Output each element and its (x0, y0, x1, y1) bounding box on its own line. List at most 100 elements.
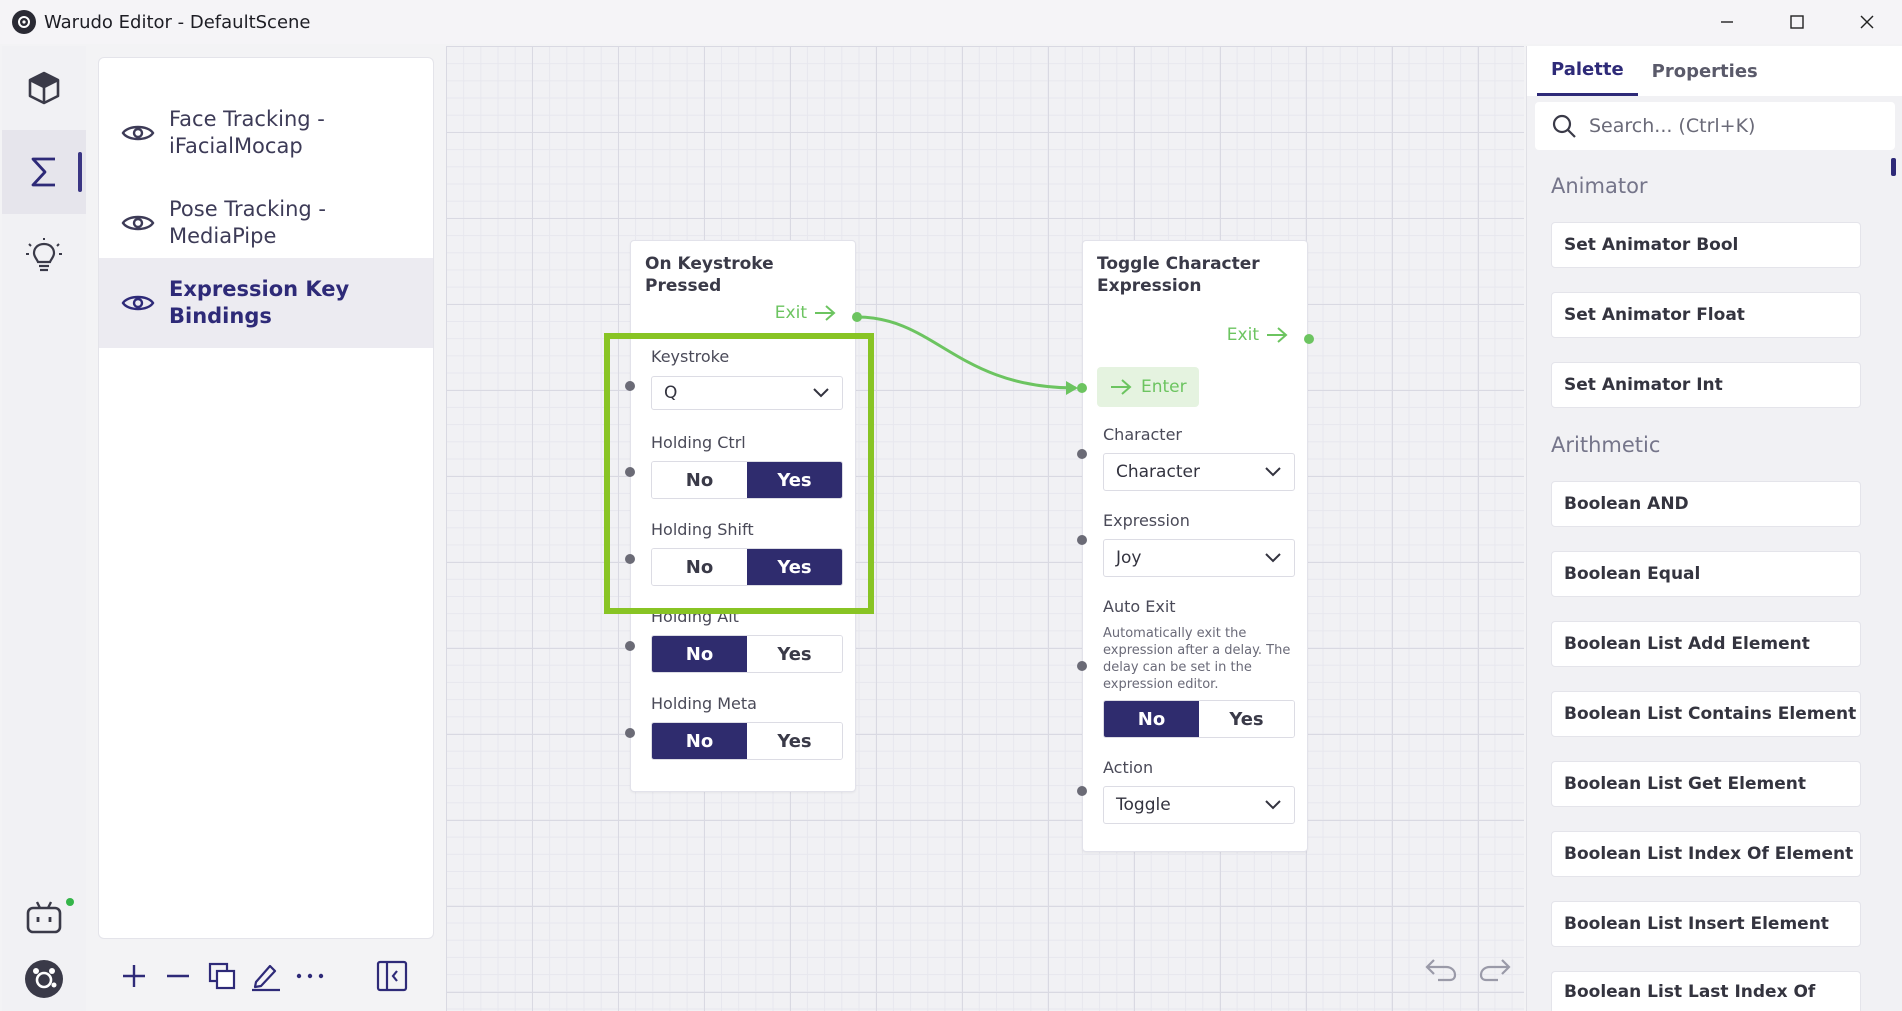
lightbulb-icon (26, 238, 62, 272)
title-bar: Warudo Editor - DefaultScene (0, 0, 1902, 44)
exit-output[interactable]: Exit (1227, 325, 1289, 345)
tab-palette[interactable]: Palette (1537, 46, 1638, 96)
toggle-character-expression-node[interactable]: Toggle Character Expression Exit Enter Ch… (1082, 240, 1308, 852)
blueprint-toolbar (112, 955, 414, 997)
window-title: Warudo Editor - DefaultScene (44, 11, 311, 33)
eye-icon[interactable] (121, 212, 161, 234)
node-title: Toggle Character Expression (1097, 254, 1260, 296)
auto-exit-yes-option[interactable]: Yes (1199, 701, 1294, 737)
plus-icon (123, 965, 145, 987)
collapse-panel-button[interactable] (370, 955, 414, 997)
expression-input-port[interactable] (1077, 535, 1087, 545)
exit-output[interactable]: Exit (775, 303, 837, 323)
robot-icon (26, 901, 62, 934)
minimize-button[interactable] (1692, 0, 1762, 44)
palette-item[interactable]: Boolean List Last Index Of (1551, 971, 1861, 1011)
action-dropdown[interactable]: Toggle (1103, 786, 1295, 824)
pencil-icon (252, 964, 280, 992)
blueprint-list-panel: Face Tracking - iFacialMocap Pose Trackin… (98, 57, 434, 939)
ellipsis-icon (296, 973, 324, 979)
palette-item[interactable]: Boolean List Contains Element (1551, 691, 1861, 737)
search-icon (1552, 114, 1576, 138)
expression-dropdown[interactable]: Joy (1103, 539, 1295, 577)
online-status-dot (66, 898, 74, 906)
sigma-icon (31, 157, 55, 187)
holding-meta-no-option[interactable]: No (652, 723, 747, 759)
window-controls (1692, 0, 1902, 44)
rail-scene-button[interactable] (2, 46, 86, 130)
auto-exit-input-port[interactable] (1077, 661, 1087, 671)
holding-meta-yes-option[interactable]: Yes (747, 723, 842, 759)
character-input-port[interactable] (1077, 449, 1087, 459)
exit-port[interactable] (852, 312, 862, 322)
exit-label: Exit (1226, 325, 1259, 345)
selection-highlight (604, 333, 874, 614)
cube-icon (28, 71, 60, 105)
palette-item[interactable]: Boolean List Insert Element (1551, 901, 1861, 947)
blueprint-canvas[interactable]: On Keystroke Pressed Exit Keystroke Q Ho… (446, 46, 1524, 1011)
right-panel: Palette Properties Search... (Ctrl+K) An… (1526, 46, 1902, 1011)
warudo-logo-icon (25, 960, 63, 998)
node-title: On Keystroke Pressed (645, 254, 774, 296)
arrow-right-icon (1111, 379, 1132, 395)
rail-blueprints-button[interactable] (2, 130, 86, 214)
enter-port[interactable] (1077, 383, 1087, 393)
blueprint-item-face-tracking[interactable]: Face Tracking - iFacialMocap (99, 88, 433, 178)
maximize-button[interactable] (1762, 0, 1832, 44)
holding-alt-no-option[interactable]: No (652, 636, 747, 672)
action-input-port[interactable] (1077, 786, 1087, 796)
blueprint-item-label: Face Tracking - iFacialMocap (169, 107, 325, 158)
more-options-button[interactable] (288, 955, 332, 997)
character-value: Character (1116, 462, 1200, 482)
enter-input[interactable]: Enter (1097, 367, 1199, 407)
close-button[interactable] (1832, 0, 1902, 44)
redo-icon (1479, 959, 1511, 982)
remove-button[interactable] (156, 955, 200, 997)
eye-icon[interactable] (121, 122, 161, 144)
blueprint-item-pose-tracking[interactable]: Pose Tracking - MediaPipe (99, 178, 433, 268)
rail-bot-button[interactable] (2, 882, 86, 952)
holding-alt-input-port[interactable] (625, 641, 635, 651)
sidebar-collapse-icon (376, 960, 408, 992)
navigation-rail (2, 46, 86, 1011)
exit-port[interactable] (1304, 334, 1314, 344)
holding-alt-yes-option[interactable]: Yes (747, 636, 842, 672)
blueprint-item-label: Expression Key Bindings (169, 277, 350, 328)
character-dropdown[interactable]: Character (1103, 453, 1295, 491)
palette-item[interactable]: Boolean List Index Of Element (1551, 831, 1861, 877)
arrow-right-icon (815, 305, 836, 321)
blueprint-item-expression-key-bindings[interactable]: Expression Key Bindings (99, 258, 433, 348)
rail-plugins-button[interactable] (2, 214, 86, 298)
chevron-down-icon (1265, 553, 1281, 563)
duplicate-button[interactable] (200, 955, 244, 997)
rename-button[interactable] (244, 955, 288, 997)
palette-item[interactable]: Set Animator Int (1551, 362, 1861, 408)
palette-item[interactable]: Boolean List Add Element (1551, 621, 1861, 667)
palette-item[interactable]: Boolean Equal (1551, 551, 1861, 597)
auto-exit-description: Automatically exit the expression after … (1103, 626, 1291, 692)
palette-item[interactable]: Boolean AND (1551, 481, 1861, 527)
redo-button[interactable] (1478, 956, 1512, 986)
enter-label: Enter (1141, 377, 1187, 397)
character-label: Character (1103, 425, 1182, 444)
auto-exit-label: Auto Exit (1103, 597, 1176, 616)
tab-properties[interactable]: Properties (1638, 46, 1772, 96)
add-button[interactable] (112, 955, 156, 997)
palette-item[interactable]: Set Animator Bool (1551, 222, 1861, 268)
blueprint-item-label: Pose Tracking - MediaPipe (169, 197, 326, 248)
undo-button[interactable] (1424, 956, 1458, 986)
palette-search-input[interactable]: Search... (Ctrl+K) (1535, 102, 1895, 150)
palette-item[interactable]: Set Animator Float (1551, 292, 1861, 338)
panel-tabs: Palette Properties (1527, 46, 1902, 96)
minus-icon (167, 974, 189, 978)
chevron-down-icon (1265, 800, 1281, 810)
auto-exit-no-option[interactable]: No (1104, 701, 1199, 737)
history-controls (1424, 956, 1512, 986)
holding-meta-input-port[interactable] (625, 728, 635, 738)
palette-item[interactable]: Boolean List Get Element (1551, 761, 1861, 807)
rail-about-button[interactable] (2, 946, 86, 1011)
eye-icon[interactable] (121, 292, 161, 314)
scrollbar-thumb[interactable] (1891, 158, 1896, 176)
arrow-right-icon (1267, 327, 1288, 343)
undo-icon (1425, 959, 1457, 982)
